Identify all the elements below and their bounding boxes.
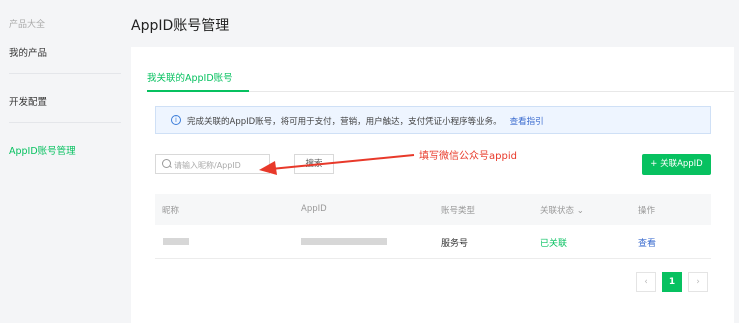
column-link-status[interactable]: 关联状态 ⌄ [540,204,584,216]
account-type-cell: 服务号 [441,239,469,249]
sidebar-divider [9,122,121,123]
sidebar-item-my-products[interactable]: 我的产品 [9,45,47,59]
sidebar-divider [9,73,121,74]
next-page-button[interactable]: › [688,272,708,292]
page-1-button[interactable]: 1 [662,272,682,292]
column-appid: AppID [301,204,327,214]
view-link[interactable]: 查看 [638,236,656,249]
column-account-type: 账号类型 [441,206,476,216]
page-title: AppID账号管理 [131,18,230,34]
column-actions: 操作 [638,206,656,216]
sidebar-item-dev-config[interactable]: 开发配置 [9,94,47,108]
sidebar: 产品大全 我的产品 开发配置 AppID账号管理 [0,0,126,323]
sidebar-section-title: 产品大全 [9,20,46,30]
prev-page-button[interactable]: ‹ [636,272,656,292]
table-row: 服务号 已关联 查看 [155,226,711,259]
redacted-nickname [163,238,189,245]
chevron-down-icon: ⌄ [574,206,584,216]
status-badge: 已关联 [540,239,568,249]
column-nickname: 昵称 [162,206,180,216]
main-panel: 我关联的AppID账号 i 完成关联的AppID账号，将可用于支付，营销，用户触… [131,47,734,323]
redacted-appid [301,238,387,245]
table-header: 昵称 AppID 账号类型 关联状态 ⌄ 操作 [155,194,711,225]
sidebar-item-appid-management[interactable]: AppID账号管理 [9,143,76,157]
